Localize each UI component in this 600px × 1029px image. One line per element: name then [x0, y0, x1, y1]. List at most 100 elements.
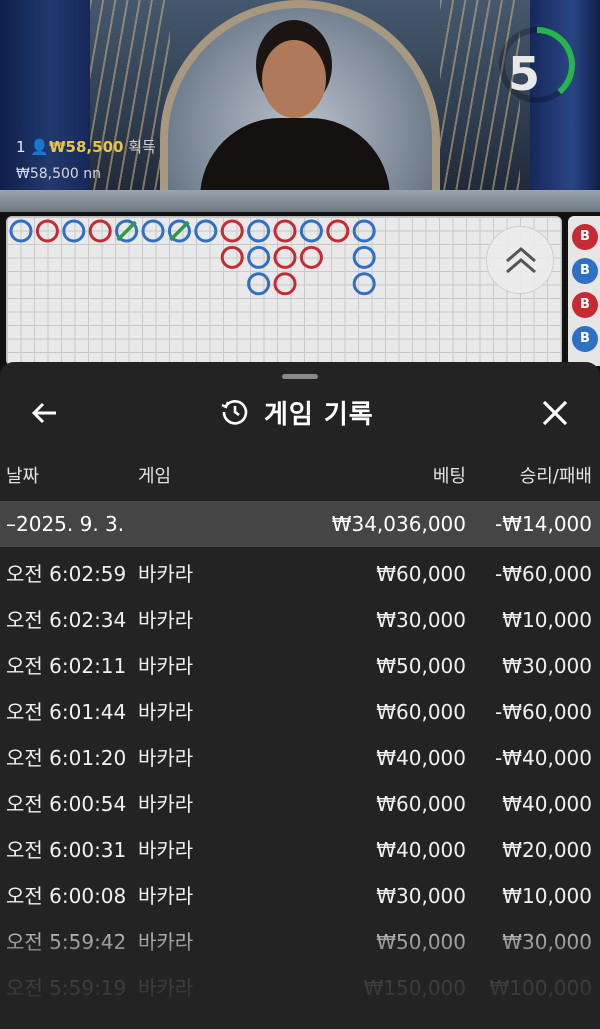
row-time: 오전 6:00:54 — [6, 792, 127, 816]
banker-marker — [273, 272, 297, 296]
player-marker — [9, 219, 33, 243]
banker-marker — [220, 245, 244, 269]
page-title: 게임 기록 — [264, 399, 374, 430]
row-result: ₩10,000 — [502, 608, 592, 632]
player-marker — [194, 219, 218, 243]
row-time: 오전 6:00:08 — [6, 884, 127, 908]
table-row[interactable]: 오전 5:59:42 바카라 ₩50,000 ₩30,000 — [0, 919, 600, 965]
players-winnings: 1 👤₩58,500 획득 — [16, 136, 156, 157]
header-result[interactable]: 승리/패배 — [520, 462, 592, 488]
row-bet: ₩50,000 — [376, 654, 466, 678]
game-history-panel: 게임 기록 날짜 게임 베팅 승리/패배 –2025. 9. 3. ₩34,03… — [0, 362, 600, 1029]
header-game[interactable]: 게임 — [138, 462, 171, 488]
row-result: ₩30,000 — [502, 654, 592, 678]
row-time: 오전 6:01:20 — [6, 746, 127, 770]
table-row[interactable]: 오전 6:01:44 바카라 ₩60,000 -₩60,000 — [0, 689, 600, 735]
row-game: 바카라 — [138, 562, 194, 586]
dealer-head — [262, 40, 326, 118]
close-button[interactable] — [538, 396, 572, 430]
table-row[interactable]: 오전 6:02:34 바카라 ₩30,000 ₩10,000 — [0, 597, 600, 643]
table-row[interactable]: 오전 6:02:11 바카라 ₩50,000 ₩30,000 — [0, 643, 600, 689]
side-road-dot: B — [572, 326, 598, 352]
summary-date: –2025. 9. 3. — [6, 512, 125, 536]
row-result: -₩40,000 — [495, 746, 592, 770]
row-time: 오전 5:59:42 — [6, 930, 127, 954]
row-game: 바카라 — [138, 700, 194, 724]
header-bet[interactable]: 베팅 — [433, 462, 466, 488]
row-game: 바카라 — [138, 976, 194, 1000]
table-row[interactable]: 오전 6:02:59 바카라 ₩60,000 -₩60,000 — [0, 551, 600, 597]
row-bet: ₩50,000 — [376, 930, 466, 954]
player-marker — [352, 219, 376, 243]
player-marker — [247, 219, 271, 243]
table-header: 날짜 게임 베팅 승리/패배 — [0, 462, 600, 496]
side-road-dot: B — [572, 258, 598, 284]
countdown-number: 5 — [507, 47, 540, 101]
row-game: 바카라 — [138, 746, 194, 770]
header-date[interactable]: 날짜 — [6, 462, 39, 488]
date-summary-row[interactable]: –2025. 9. 3. ₩34,036,000 -₩14,000 — [0, 501, 600, 547]
row-result: ₩20,000 — [502, 838, 592, 862]
table-row[interactable]: 오전 6:01:20 바카라 ₩40,000 -₩40,000 — [0, 735, 600, 781]
row-bet: ₩30,000 — [376, 884, 466, 908]
art-deco-panel-left — [90, 0, 170, 212]
bead-road-markers — [9, 219, 376, 296]
row-time: 오전 5:59:19 — [6, 976, 127, 1000]
row-result: ₩10,000 — [502, 884, 592, 908]
player-marker — [62, 219, 86, 243]
row-bet: ₩40,000 — [376, 838, 466, 862]
player-marker — [141, 219, 165, 243]
arrow-left-icon — [31, 402, 56, 424]
table-row[interactable]: 오전 6:00:31 바카라 ₩40,000 ₩20,000 — [0, 827, 600, 873]
row-game: 바카라 — [138, 838, 194, 862]
row-time: 오전 6:02:11 — [6, 654, 127, 678]
history-list: 오전 6:02:59 바카라 ₩60,000 -₩60,000 오전 6:02:34 바카… — [0, 551, 600, 1011]
back-button[interactable] — [28, 396, 62, 430]
table-row[interactable]: 오전 6:00:08 바카라 ₩30,000 ₩10,000 — [0, 873, 600, 919]
chevron-double-up-icon — [506, 247, 536, 274]
table-edge — [0, 190, 600, 212]
banker-marker — [220, 219, 244, 243]
row-game: 바카라 — [138, 608, 194, 632]
players-suffix: 획득 — [128, 138, 156, 156]
row-time: 오전 6:00:31 — [6, 838, 127, 862]
row-result: ₩100,000 — [489, 976, 592, 1000]
drag-handle[interactable] — [282, 374, 318, 379]
player-marker — [352, 245, 376, 269]
table-row[interactable]: 오전 5:59:19 바카라 ₩150,000 ₩100,000 — [0, 965, 600, 1011]
person-icon: 👤 — [30, 138, 50, 156]
row-bet: ₩30,000 — [376, 608, 466, 632]
banker-marker — [326, 219, 350, 243]
players-sub-text: ₩58,500 nn — [16, 166, 102, 182]
row-bet: ₩150,000 — [363, 976, 466, 1000]
banker-marker — [299, 245, 323, 269]
expand-road-button[interactable] — [486, 226, 554, 294]
summary-bet: ₩34,036,000 — [331, 512, 466, 536]
row-result: ₩40,000 — [502, 792, 592, 816]
row-result: -₩60,000 — [495, 562, 592, 586]
close-icon — [542, 400, 568, 426]
banker-marker — [273, 245, 297, 269]
row-result: ₩30,000 — [502, 930, 592, 954]
row-bet: ₩60,000 — [376, 700, 466, 724]
row-game: 바카라 — [138, 792, 194, 816]
banker-marker — [273, 219, 297, 243]
players-count: 1 — [16, 138, 26, 156]
row-game: 바카라 — [138, 884, 194, 908]
row-bet: ₩60,000 — [376, 792, 466, 816]
row-time: 오전 6:02:34 — [6, 608, 127, 632]
player-marker — [299, 219, 323, 243]
player-marker — [247, 272, 271, 296]
row-bet: ₩60,000 — [376, 562, 466, 586]
player-marker — [352, 272, 376, 296]
players-amount: ₩58,500 — [49, 138, 124, 156]
table-row[interactable]: 오전 6:00:54 바카라 ₩60,000 ₩40,000 — [0, 781, 600, 827]
row-result: -₩60,000 — [495, 700, 592, 724]
row-time: 오전 6:02:59 — [6, 562, 127, 586]
row-game: 바카라 — [138, 654, 194, 678]
banker-marker — [88, 219, 112, 243]
summary-result: -₩14,000 — [495, 512, 592, 536]
history-clock-icon — [221, 400, 248, 425]
banker-marker — [35, 219, 59, 243]
side-road-dot: B — [572, 224, 598, 250]
